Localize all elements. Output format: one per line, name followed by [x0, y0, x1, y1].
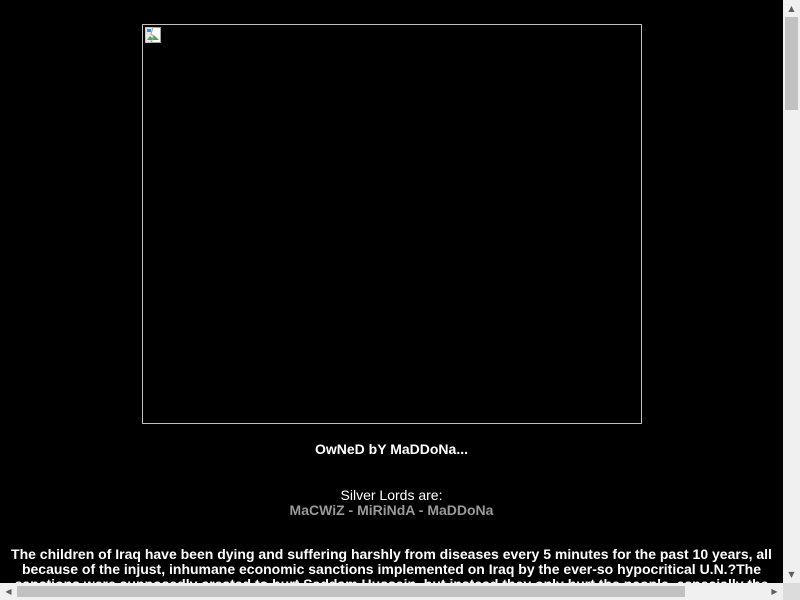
- horizontal-scrollbar[interactable]: ◀ ▶: [0, 583, 783, 600]
- banner-image-placeholder: [142, 24, 642, 424]
- arrow-up-icon[interactable]: ▲: [783, 0, 800, 17]
- iraq-message-paragraph: The children of Iraq have been dying and…: [11, 546, 772, 584]
- arrow-down-icon[interactable]: ▼: [783, 566, 800, 583]
- silver-lords-title: Silver Lords are:: [340, 487, 443, 503]
- horizontal-scroll-thumb[interactable]: [17, 586, 685, 597]
- vertical-scroll-thumb[interactable]: [785, 17, 798, 110]
- owned-by-heading: OwNeD bY MaDDoNa...: [315, 441, 468, 457]
- broken-image-icon: [145, 27, 161, 43]
- arrow-left-icon[interactable]: ◀: [0, 583, 17, 600]
- vertical-scrollbar[interactable]: ▲ ▼: [783, 0, 800, 583]
- scrollbar-corner: [783, 583, 800, 600]
- arrow-right-icon[interactable]: ▶: [766, 583, 783, 600]
- silver-lords-members: MaCWiZ - MiRiNdA - MaDDoNa: [289, 502, 494, 518]
- page-viewport: OwNeD bY MaDDoNa... Silver Lords are: Ma…: [0, 0, 783, 583]
